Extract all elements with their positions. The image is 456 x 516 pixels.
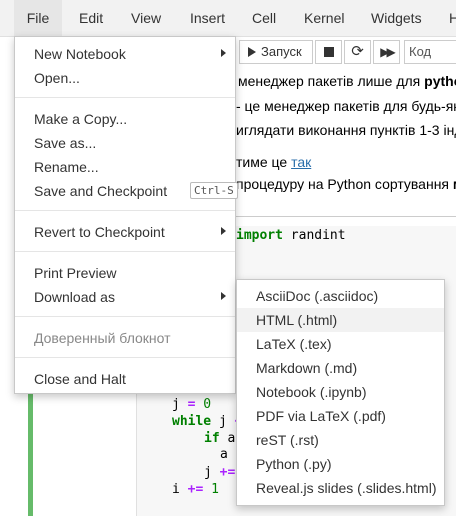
- markdown-bold: python: [424, 73, 456, 89]
- menu-item-print-preview[interactable]: Print Preview: [34, 265, 116, 281]
- code-text: j: [172, 397, 188, 412]
- download-html[interactable]: HTML (.html): [237, 308, 444, 332]
- menu-widgets[interactable]: Widgets: [371, 0, 422, 36]
- code-text: j: [204, 465, 220, 480]
- keyword: if: [204, 431, 220, 446]
- code-line-5: j +=: [204, 465, 235, 480]
- menu-divider: [15, 316, 235, 317]
- download-markdown[interactable]: Markdown (.md): [237, 356, 444, 380]
- menu-divider: [15, 357, 235, 358]
- code-line-6: i += 1: [172, 482, 219, 497]
- code-line-2: while j <: [172, 414, 242, 429]
- markdown-text: менеджер пакетів лише для: [238, 73, 425, 89]
- menu-item-download-as[interactable]: Download as: [34, 289, 115, 305]
- menu-item-open[interactable]: Open...: [34, 70, 80, 86]
- markdown-line-2: - це менеджер пакетів для будь-як: [236, 98, 456, 114]
- menu-divider: [15, 97, 235, 98]
- menu-help[interactable]: H: [449, 0, 456, 36]
- restart-button[interactable]: ⟳: [344, 40, 371, 64]
- download-slides[interactable]: Reveal.js slides (.slides.html): [237, 476, 444, 500]
- download-rest[interactable]: reST (.rst): [237, 428, 444, 452]
- markdown-line-3: иглядати виконання пунктів 1-3 інд: [236, 122, 456, 138]
- code-text: j: [211, 414, 235, 429]
- code-text: randint: [282, 228, 346, 243]
- code-line-4: a: [220, 447, 228, 462]
- fast-forward-icon: ▶▶: [380, 45, 396, 59]
- markdown-text: процедуру на Python сортування: [236, 176, 453, 192]
- download-notebook[interactable]: Notebook (.ipynb): [237, 380, 444, 404]
- submenu-arrow-icon: [221, 227, 226, 235]
- number: 1: [203, 482, 219, 497]
- keyword: while: [172, 414, 212, 429]
- menu-item-make-copy[interactable]: Make a Copy...: [34, 111, 127, 127]
- menu-divider: [15, 210, 235, 211]
- run-button[interactable]: Запуск: [239, 40, 313, 64]
- download-latex[interactable]: LaTeX (.tex): [237, 332, 444, 356]
- menu-item-new-notebook[interactable]: New Notebook: [34, 46, 126, 62]
- download-pdf[interactable]: PDF via LaTeX (.pdf): [237, 404, 444, 428]
- download-as-submenu: AsciiDoc (.asciidoc) HTML (.html) LaTeX …: [236, 279, 445, 506]
- markdown-link[interactable]: так: [291, 154, 311, 170]
- operator: +=: [187, 482, 204, 497]
- play-icon: [248, 47, 256, 57]
- menu-insert[interactable]: Insert: [190, 0, 225, 36]
- menu-item-rename[interactable]: Rename...: [34, 159, 99, 175]
- menu-kernel[interactable]: Kernel: [304, 0, 344, 36]
- code-line-import: import randint: [236, 228, 346, 243]
- code-line-3: if a: [204, 431, 235, 446]
- menu-item-label: New Notebook: [34, 46, 126, 62]
- menu-divider: [15, 251, 235, 252]
- markdown-line-1: менеджер пакетів лише для python: [238, 73, 456, 89]
- run-label: Запуск: [261, 44, 302, 59]
- stop-icon: [324, 47, 334, 57]
- menu-item-save-checkpoint[interactable]: Save and Checkpoint Ctrl-S: [34, 182, 238, 199]
- keyboard-shortcut: Ctrl-S: [190, 182, 238, 199]
- keyword: import: [236, 228, 283, 243]
- menu-item-trusted-notebook: Доверенный блокнот: [34, 330, 171, 346]
- menu-file[interactable]: File: [14, 0, 62, 36]
- menu-cell[interactable]: Cell: [252, 0, 276, 36]
- download-python[interactable]: Python (.py): [237, 452, 444, 476]
- code-text: a: [219, 431, 236, 446]
- menu-bar: File Edit View Insert Cell Kernel Widget…: [0, 0, 456, 37]
- markdown-line-5: процедуру на Python сортування м: [236, 176, 456, 192]
- operator: +=: [219, 465, 236, 480]
- interrupt-button[interactable]: [315, 40, 342, 64]
- restart-icon: ⟳: [351, 43, 364, 60]
- restart-run-all-button[interactable]: ▶▶: [373, 40, 400, 64]
- cell-type-select[interactable]: Код: [404, 40, 456, 64]
- code-line-1: j = 0: [172, 397, 211, 412]
- file-menu-dropdown: New Notebook Open... Make a Copy... Save…: [14, 36, 238, 394]
- download-asciidoc[interactable]: AsciiDoc (.asciidoc): [237, 284, 444, 308]
- submenu-arrow-icon: [221, 49, 226, 57]
- menu-edit[interactable]: Edit: [79, 0, 103, 36]
- menu-view[interactable]: View: [131, 0, 161, 36]
- code-text: i: [172, 482, 188, 497]
- markdown-text: тиме це: [236, 154, 292, 170]
- menu-item-revert[interactable]: Revert to Checkpoint: [34, 224, 165, 240]
- submenu-arrow-icon: [221, 292, 226, 300]
- menu-item-close-halt[interactable]: Close and Halt: [34, 371, 126, 387]
- menu-item-save-as[interactable]: Save as...: [34, 135, 96, 151]
- markdown-line-4: тиме це так: [236, 154, 311, 170]
- number: 0: [195, 397, 212, 412]
- menu-item-label: Save and Checkpoint: [34, 183, 168, 199]
